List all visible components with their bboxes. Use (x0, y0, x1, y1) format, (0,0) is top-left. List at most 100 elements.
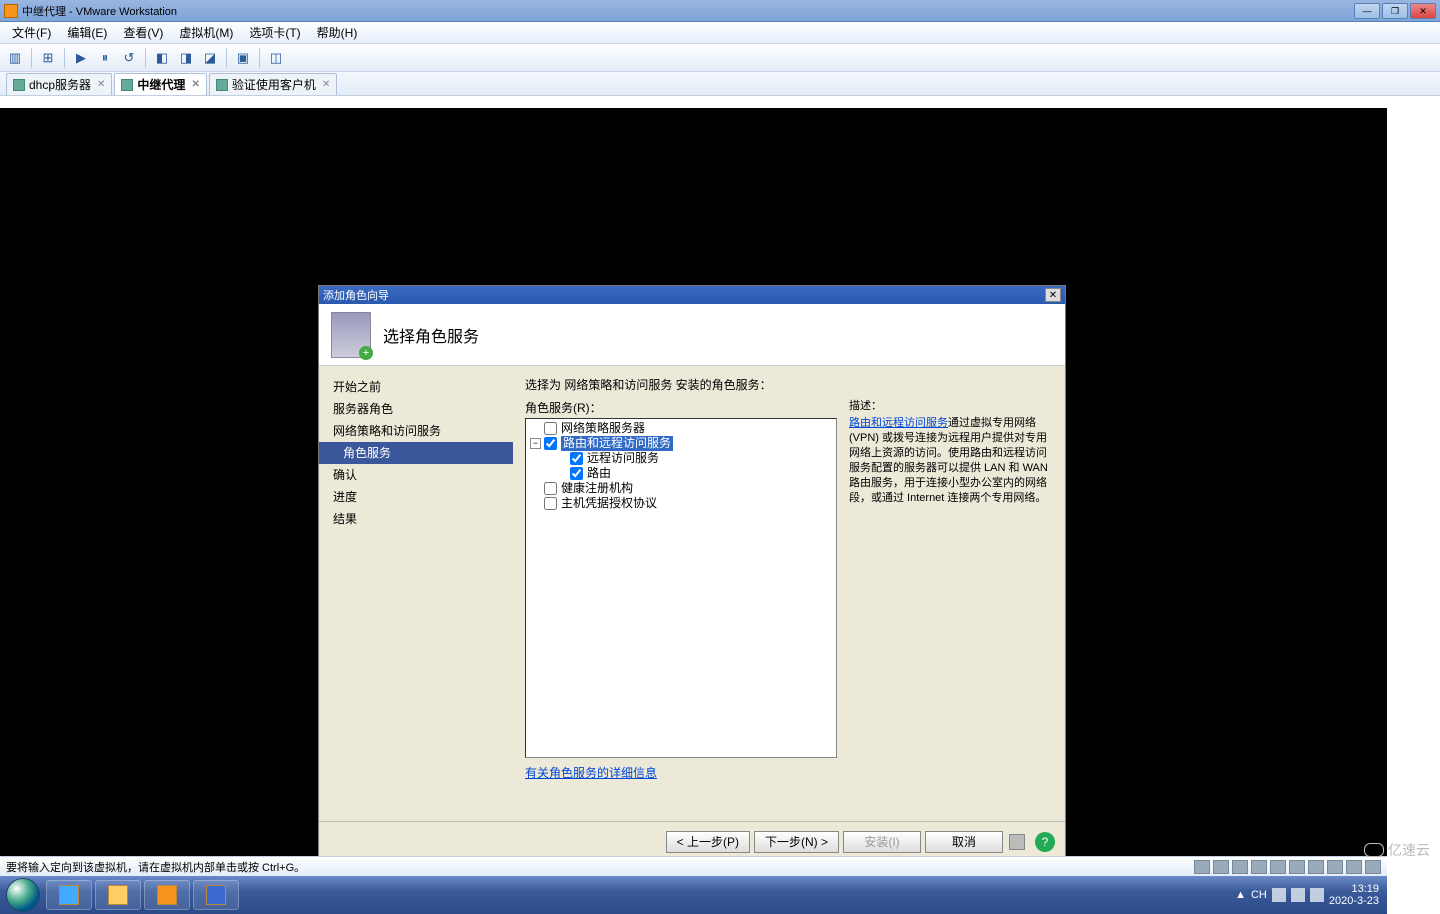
help-icon[interactable]: ? (1035, 832, 1055, 852)
wizard-heading: 选择角色服务 (383, 323, 479, 347)
status-text: 要将输入定向到该虚拟机，请在虚拟机内部单击或按 Ctrl+G。 (6, 859, 305, 875)
host-task-ie[interactable] (46, 880, 92, 910)
description-text: 路由和远程访问服务通过虚拟专用网络 (VPN) 或拨号连接为远程用户提供对专用网… (849, 416, 1053, 506)
tree-label: 健康注册机构 (561, 481, 633, 496)
host-start-button[interactable] (6, 878, 40, 912)
toolbar-snapshot-icon[interactable]: ◧ (151, 47, 173, 69)
device-net2-icon[interactable] (1270, 860, 1286, 874)
host-tray: ▲ CH 13:19 2020-3-23 (1227, 883, 1387, 907)
vmware-icon (4, 4, 18, 18)
more-info-link[interactable]: 有关角色服务的详细信息 (525, 766, 657, 780)
toolbar-unity-icon[interactable]: ◫ (265, 47, 287, 69)
watermark-text: 亿速云 (1388, 840, 1430, 860)
toolbar-suspend-icon[interactable]: ⏸ (94, 47, 116, 69)
prompt-text: 选择为 网络策略和访问服务 安装的角色服务： (525, 376, 1053, 393)
device-printer-icon[interactable] (1327, 860, 1343, 874)
install-button: 安装(I) (843, 831, 921, 853)
device-net-icon[interactable] (1251, 860, 1267, 874)
toolbar: ▥ ⊞ ▶ ⏸ ↺ ◧ ◨ ◪ ▣ ◫ (0, 44, 1440, 72)
vm-tab-label: dhcp服务器 (29, 76, 91, 93)
outer-close-button[interactable]: ✕ (1410, 3, 1436, 19)
host-task-explorer[interactable] (95, 880, 141, 910)
server-role-icon (331, 312, 371, 358)
nav-progress[interactable]: 进度 (319, 486, 513, 508)
outer-min-button[interactable]: — (1354, 3, 1380, 19)
menu-vm[interactable]: 虚拟机(M) (171, 24, 241, 41)
host-time[interactable]: 13:19 (1329, 883, 1379, 895)
lang-indicator[interactable]: CH (1251, 889, 1267, 901)
vm-icon (216, 79, 228, 91)
next-button[interactable]: 下一步(N) > (754, 831, 839, 853)
tray-expand-icon[interactable]: ▲ (1235, 889, 1246, 901)
toolbar-fullscreen-icon[interactable]: ▣ (232, 47, 254, 69)
device-cd-icon[interactable] (1213, 860, 1229, 874)
menu-file[interactable]: 文件(F) (4, 24, 59, 41)
device-hdd-icon[interactable] (1194, 860, 1210, 874)
nav-server-roles[interactable]: 服务器角色 (319, 398, 513, 420)
tree-label: 网络策略服务器 (561, 421, 645, 436)
toolbar-power-on-icon[interactable]: ▶ (70, 47, 92, 69)
toolbar-revert-icon[interactable]: ◪ (199, 47, 221, 69)
toolbar-reset-icon[interactable]: ↺ (118, 47, 140, 69)
close-icon[interactable]: ✕ (97, 79, 105, 90)
menu-help[interactable]: 帮助(H) (309, 24, 366, 41)
tree-item-ras[interactable]: 远程访问服务 (528, 451, 834, 466)
tree-item-nps[interactable]: 网络策略服务器 (528, 421, 834, 436)
device-message-icon[interactable] (1365, 860, 1381, 874)
vm-tab-dhcp[interactable]: dhcp服务器 ✕ (6, 73, 112, 95)
cancel-button[interactable]: 取消 (925, 831, 1003, 853)
menu-edit[interactable]: 编辑(E) (59, 24, 115, 41)
close-icon[interactable]: ✕ (191, 79, 199, 90)
checkbox-routing[interactable] (570, 467, 583, 480)
wizard-main: 选择为 网络策略和访问服务 安装的角色服务： 角色服务(R)： 网络策略服务器 … (513, 366, 1065, 821)
nav-role-services[interactable]: 角色服务 (319, 442, 513, 464)
tree-item-hcap[interactable]: 主机凭据授权协议 (528, 496, 834, 511)
close-icon[interactable]: ✕ (322, 79, 330, 90)
description-panel: 描述： 路由和远程访问服务通过虚拟专用网络 (VPN) 或拨号连接为远程用户提供… (849, 399, 1053, 811)
explorer-icon (108, 885, 128, 905)
device-usb-icon[interactable] (1289, 860, 1305, 874)
checkbox-hcap[interactable] (544, 497, 557, 510)
menu-view[interactable]: 查看(V) (115, 24, 171, 41)
description-label: 描述： (849, 399, 1053, 414)
device-floppy-icon[interactable] (1232, 860, 1248, 874)
wizard-close-button[interactable]: ✕ (1045, 288, 1061, 302)
nav-before-begin[interactable]: 开始之前 (319, 376, 513, 398)
prev-button[interactable]: < 上一步(P) (666, 831, 750, 853)
menu-tabs[interactable]: 选项卡(T) (241, 24, 308, 41)
device-sound-icon[interactable] (1308, 860, 1324, 874)
checkbox-hra[interactable] (544, 482, 557, 495)
outer-max-button[interactable]: ❐ (1382, 3, 1408, 19)
toolbar-library-icon[interactable]: ▥ (4, 47, 26, 69)
host-task-word[interactable] (193, 880, 239, 910)
guest-display[interactable]: 添加角色向导 ✕ 选择角色服务 开始之前 服务器角色 网络策略和访问服务 角色服… (0, 108, 1387, 856)
host-task-vmware[interactable] (144, 880, 190, 910)
tree-item-rras[interactable]: −路由和远程访问服务 (528, 436, 834, 451)
wizard-title-text: 添加角色向导 (323, 287, 389, 303)
checkbox-rras[interactable] (544, 437, 557, 450)
role-services-tree[interactable]: 网络策略服务器 −路由和远程访问服务 远程访问服务 路由 健康注册机构 主机凭据… (525, 418, 837, 758)
toolbar-thumbnails-icon[interactable]: ⊞ (37, 47, 59, 69)
tree-label: 路由 (587, 466, 611, 481)
vmware-device-icons (1194, 860, 1381, 874)
description-body: 通过虚拟专用网络 (VPN) 或拨号连接为远程用户提供对专用网络上资源的访问。使… (849, 417, 1048, 504)
checkbox-ras[interactable] (570, 452, 583, 465)
device-display-icon[interactable] (1346, 860, 1362, 874)
description-link[interactable]: 路由和远程访问服务 (849, 417, 948, 429)
nav-npas[interactable]: 网络策略和访问服务 (319, 420, 513, 442)
toolbar-snapshot-mgr-icon[interactable]: ◨ (175, 47, 197, 69)
vm-icon (13, 79, 25, 91)
vm-tab-relay[interactable]: 中继代理✕ (114, 73, 206, 95)
options-icon[interactable] (1009, 834, 1025, 850)
collapse-icon[interactable]: − (530, 438, 541, 449)
tree-label: 主机凭据授权协议 (561, 496, 657, 511)
nav-confirm[interactable]: 确认 (319, 464, 513, 486)
tree-item-routing[interactable]: 路由 (528, 466, 834, 481)
vm-tab-label: 验证使用客户机 (232, 76, 316, 93)
checkbox-nps[interactable] (544, 422, 557, 435)
host-date[interactable]: 2020-3-23 (1329, 895, 1379, 907)
tree-item-hra[interactable]: 健康注册机构 (528, 481, 834, 496)
vm-tab-client[interactable]: 验证使用客户机 ✕ (209, 73, 337, 95)
nav-results[interactable]: 结果 (319, 508, 513, 530)
vmware-task-icon (157, 885, 177, 905)
